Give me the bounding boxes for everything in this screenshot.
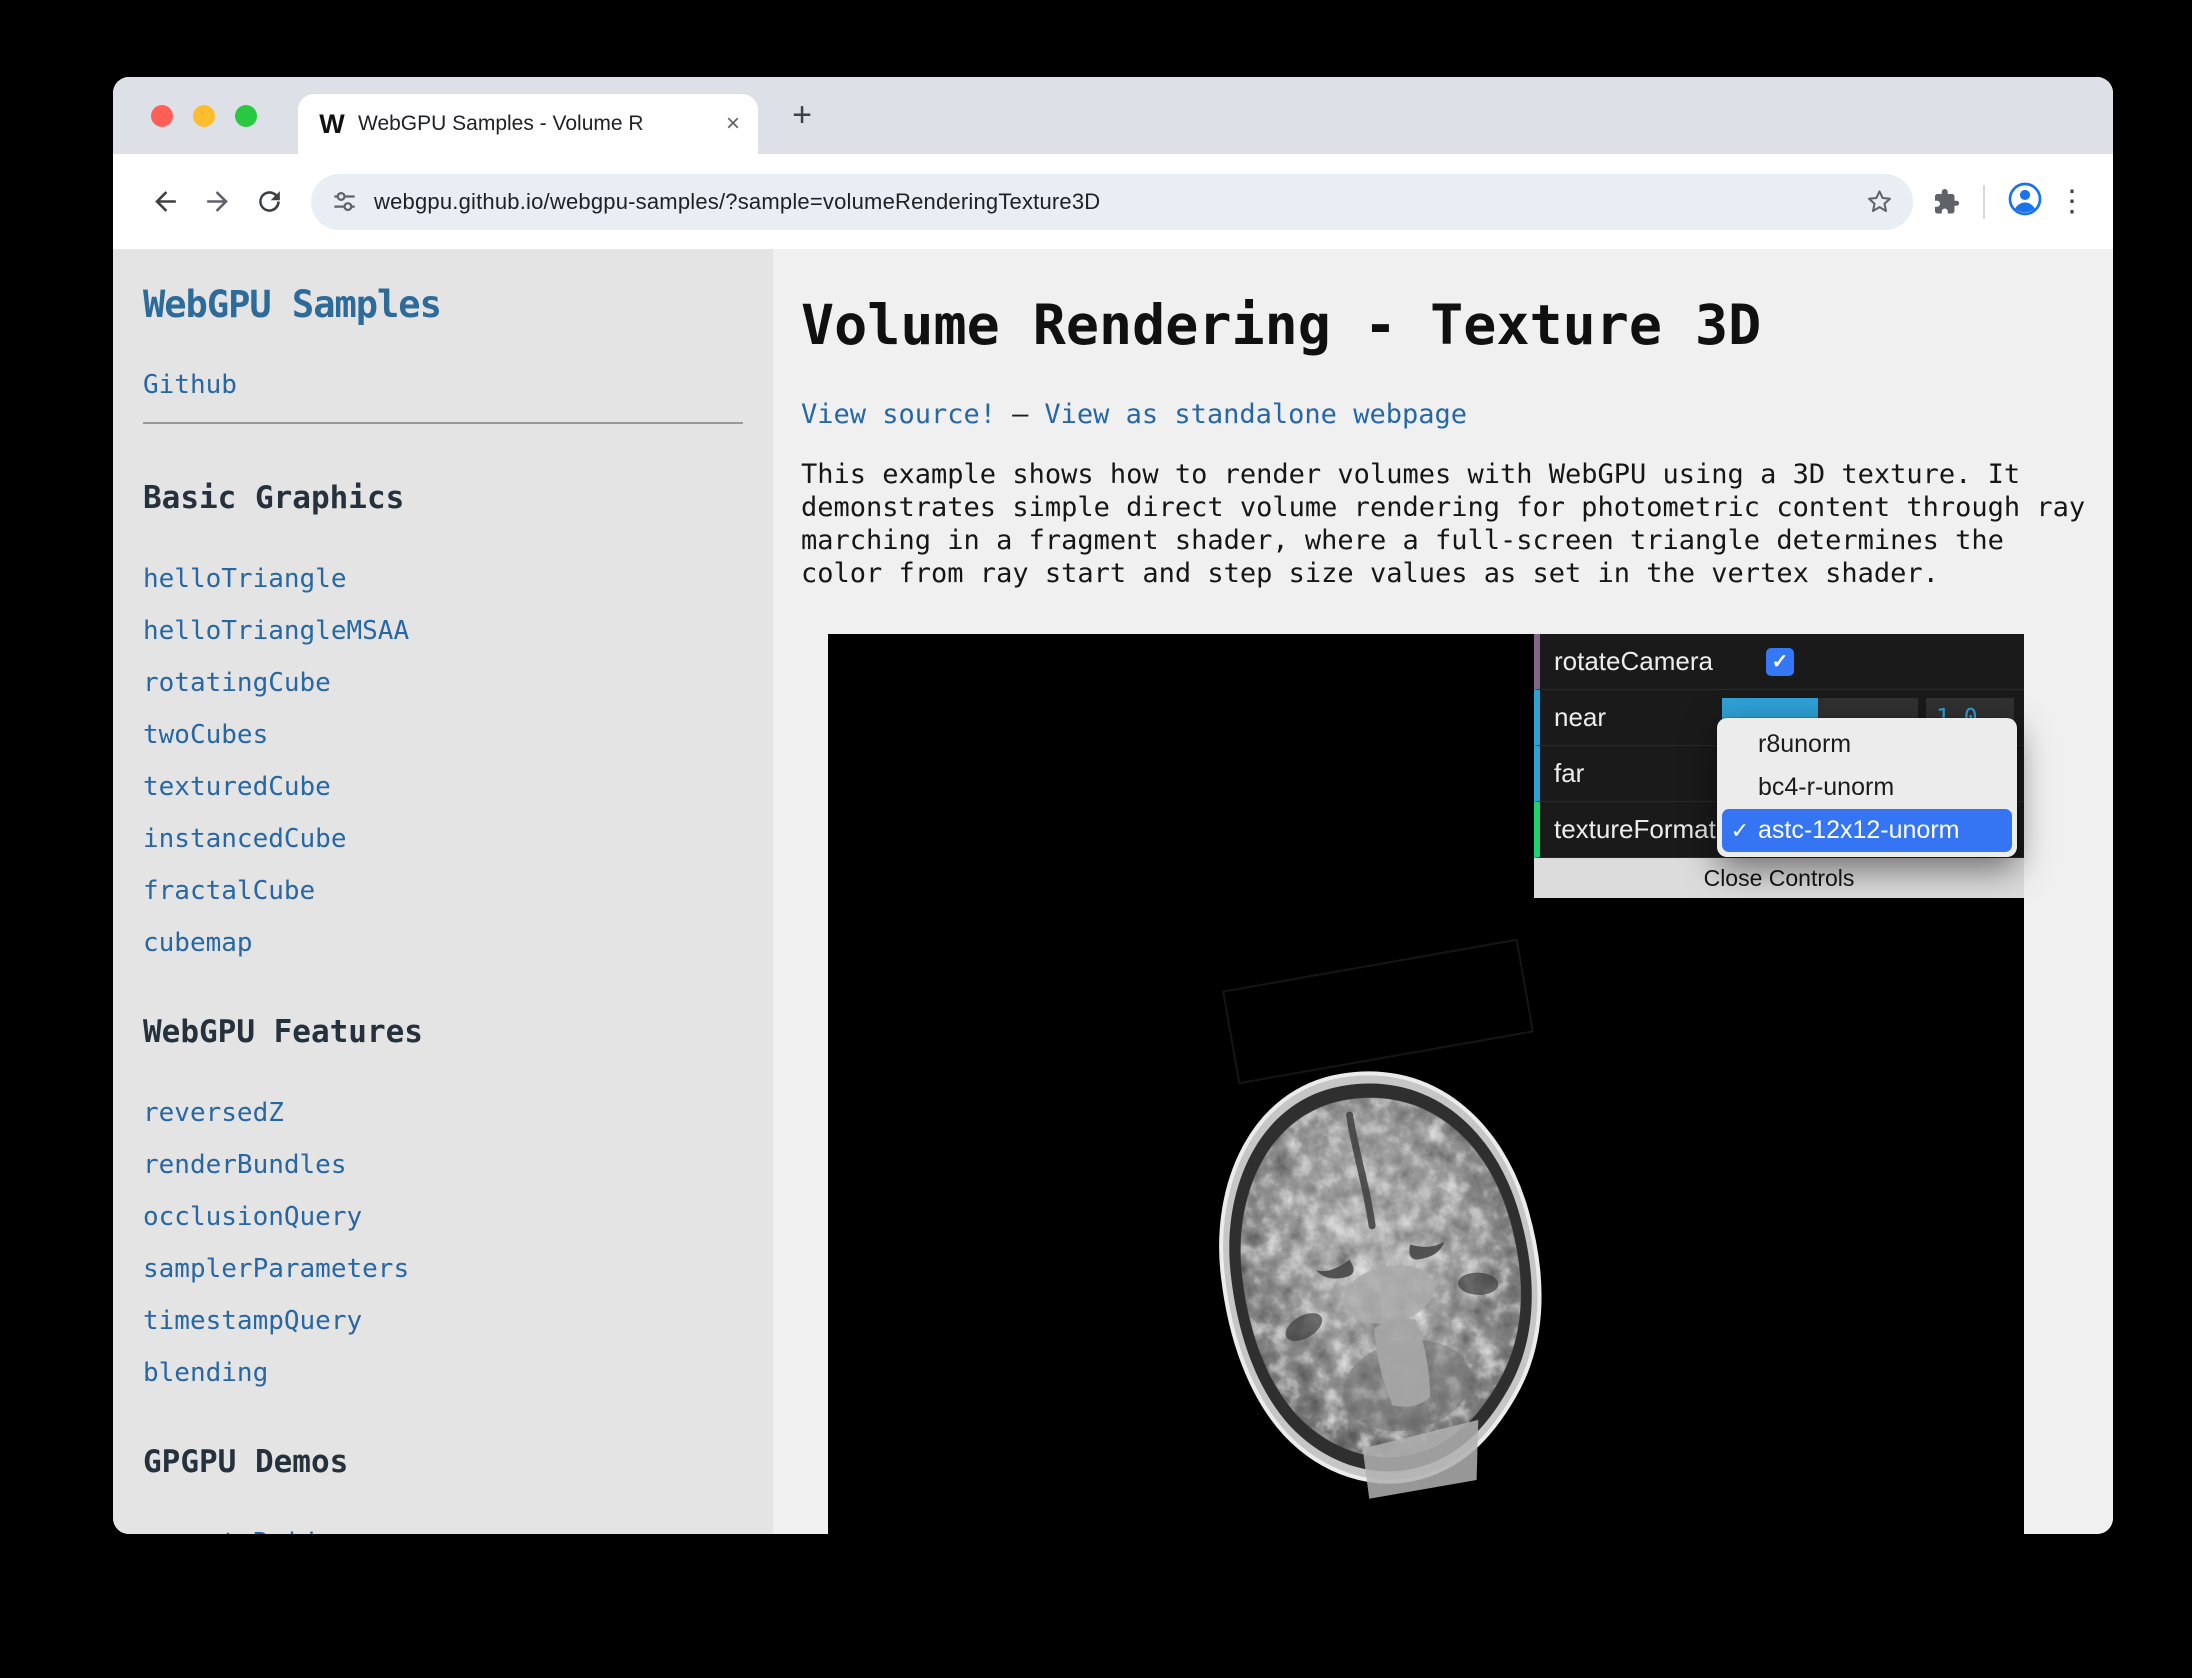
forward-icon	[202, 186, 233, 217]
near-label: near	[1554, 702, 1722, 733]
tab-close-icon[interactable]: ×	[726, 112, 740, 136]
dropdown-option-astc-12x12-unorm[interactable]: ✓ astc-12x12-unorm	[1722, 809, 2012, 852]
forward-button[interactable]	[191, 176, 243, 228]
sidebar-item-helloTriangle[interactable]: helloTriangle	[143, 564, 773, 594]
tab-favicon-icon: W	[316, 109, 348, 140]
sidebar-item-renderBundles[interactable]: renderBundles	[143, 1150, 773, 1180]
menu-icon[interactable]: ⋮	[2057, 184, 2087, 219]
tab-title: WebGPU Samples - Volume R	[358, 111, 716, 137]
minimize-window-button[interactable]	[193, 105, 215, 127]
sidebar-divider	[143, 422, 743, 424]
sidebar: WebGPU Samples Github Basic Graphics hel…	[113, 249, 773, 1534]
option-label: bc4-r-unorm	[1758, 773, 1894, 802]
toolbar-right: ⋮	[1931, 181, 2087, 222]
sample-links: View source! — View as standalone webpag…	[801, 399, 2113, 430]
site-title: WebGPU Samples	[143, 283, 773, 326]
option-label: r8unorm	[1758, 730, 1851, 759]
option-check-icon: ✓	[1722, 818, 1758, 844]
site-settings-icon[interactable]	[331, 188, 358, 215]
texture-format-label: textureFormat	[1554, 814, 1722, 845]
view-source-link[interactable]: View source!	[801, 399, 996, 430]
reload-icon	[254, 186, 285, 217]
rotate-camera-label: rotateCamera	[1554, 646, 1722, 677]
sidebar-item-helloTriangleMSAA[interactable]: helloTriangleMSAA	[143, 616, 773, 646]
sidebar-item-samplerParameters[interactable]: samplerParameters	[143, 1254, 773, 1284]
sidebar-item-instancedCube[interactable]: instancedCube	[143, 824, 773, 854]
sidebar-item-fractalCube[interactable]: fractalCube	[143, 876, 773, 906]
browser-toolbar: webgpu.github.io/webgpu-samples/?sample=…	[113, 154, 2113, 249]
page-content: WebGPU Samples Github Basic Graphics hel…	[113, 249, 2113, 1534]
sidebar-item-rotatingCube[interactable]: rotatingCube	[143, 668, 773, 698]
page-title: Volume Rendering - Texture 3D	[801, 293, 2113, 357]
back-icon	[150, 186, 181, 217]
github-link[interactable]: Github	[143, 370, 773, 400]
sidebar-item-cubemap[interactable]: cubemap	[143, 928, 773, 958]
toolbar-divider	[1983, 185, 1985, 219]
browser-tab[interactable]: W WebGPU Samples - Volume R ×	[298, 94, 758, 154]
main-content: Volume Rendering - Texture 3D View sourc…	[773, 249, 2113, 1534]
reload-button[interactable]	[243, 176, 295, 228]
texture-format-dropdown: r8unorm bc4-r-unorm ✓ astc-12x12-unorm	[1717, 718, 2017, 857]
url-text[interactable]: webgpu.github.io/webgpu-samples/?sample=…	[374, 189, 1850, 215]
sidebar-item-computeBoids[interactable]: computeBoids	[143, 1528, 773, 1534]
browser-window: W WebGPU Samples - Volume R × + webgpu.g…	[113, 77, 2113, 1534]
gui-row-rotate-camera: rotateCamera ✓	[1534, 634, 2024, 690]
section-heading-webgpu-features: WebGPU Features	[143, 1014, 773, 1050]
sidebar-item-twoCubes[interactable]: twoCubes	[143, 720, 773, 750]
sidebar-item-occlusionQuery[interactable]: occlusionQuery	[143, 1202, 773, 1232]
address-bar[interactable]: webgpu.github.io/webgpu-samples/?sample=…	[311, 174, 1913, 230]
section-heading-gpgpu-demos: GPGPU Demos	[143, 1444, 773, 1480]
option-label: astc-12x12-unorm	[1758, 816, 1959, 845]
back-button[interactable]	[139, 176, 191, 228]
profile-avatar-icon	[2007, 181, 2043, 217]
checkbox-check-icon: ✓	[1772, 649, 1789, 674]
rotate-camera-checkbox[interactable]: ✓	[1766, 648, 1794, 676]
standalone-link[interactable]: View as standalone webpage	[1044, 399, 1467, 430]
sidebar-item-timestampQuery[interactable]: timestampQuery	[143, 1306, 773, 1336]
extensions-icon[interactable]	[1931, 187, 1961, 217]
bookmark-star-icon[interactable]	[1866, 188, 1893, 215]
close-controls-button[interactable]: Close Controls	[1534, 858, 2024, 898]
close-window-button[interactable]	[151, 105, 173, 127]
far-label: far	[1554, 758, 1722, 789]
brain-mri-render	[1134, 1015, 1645, 1534]
dropdown-option-r8unorm[interactable]: r8unorm	[1722, 723, 2012, 766]
sidebar-item-texturedCube[interactable]: texturedCube	[143, 772, 773, 802]
profile-avatar[interactable]	[2007, 181, 2043, 222]
section-heading-basic-graphics: Basic Graphics	[143, 480, 773, 516]
traffic-lights	[151, 105, 257, 127]
sidebar-item-blending[interactable]: blending	[143, 1358, 773, 1388]
render-canvas[interactable]: rotateCamera ✓ near 1.0 far	[828, 634, 2024, 1534]
sample-description: This example shows how to render volumes…	[801, 458, 2101, 590]
link-separator: —	[1012, 399, 1028, 430]
sidebar-item-reversedZ[interactable]: reversedZ	[143, 1098, 773, 1128]
tab-strip: W WebGPU Samples - Volume R × +	[113, 77, 2113, 154]
new-tab-button[interactable]: +	[781, 95, 823, 137]
dropdown-option-bc4-r-unorm[interactable]: bc4-r-unorm	[1722, 766, 2012, 809]
zoom-window-button[interactable]	[235, 105, 257, 127]
